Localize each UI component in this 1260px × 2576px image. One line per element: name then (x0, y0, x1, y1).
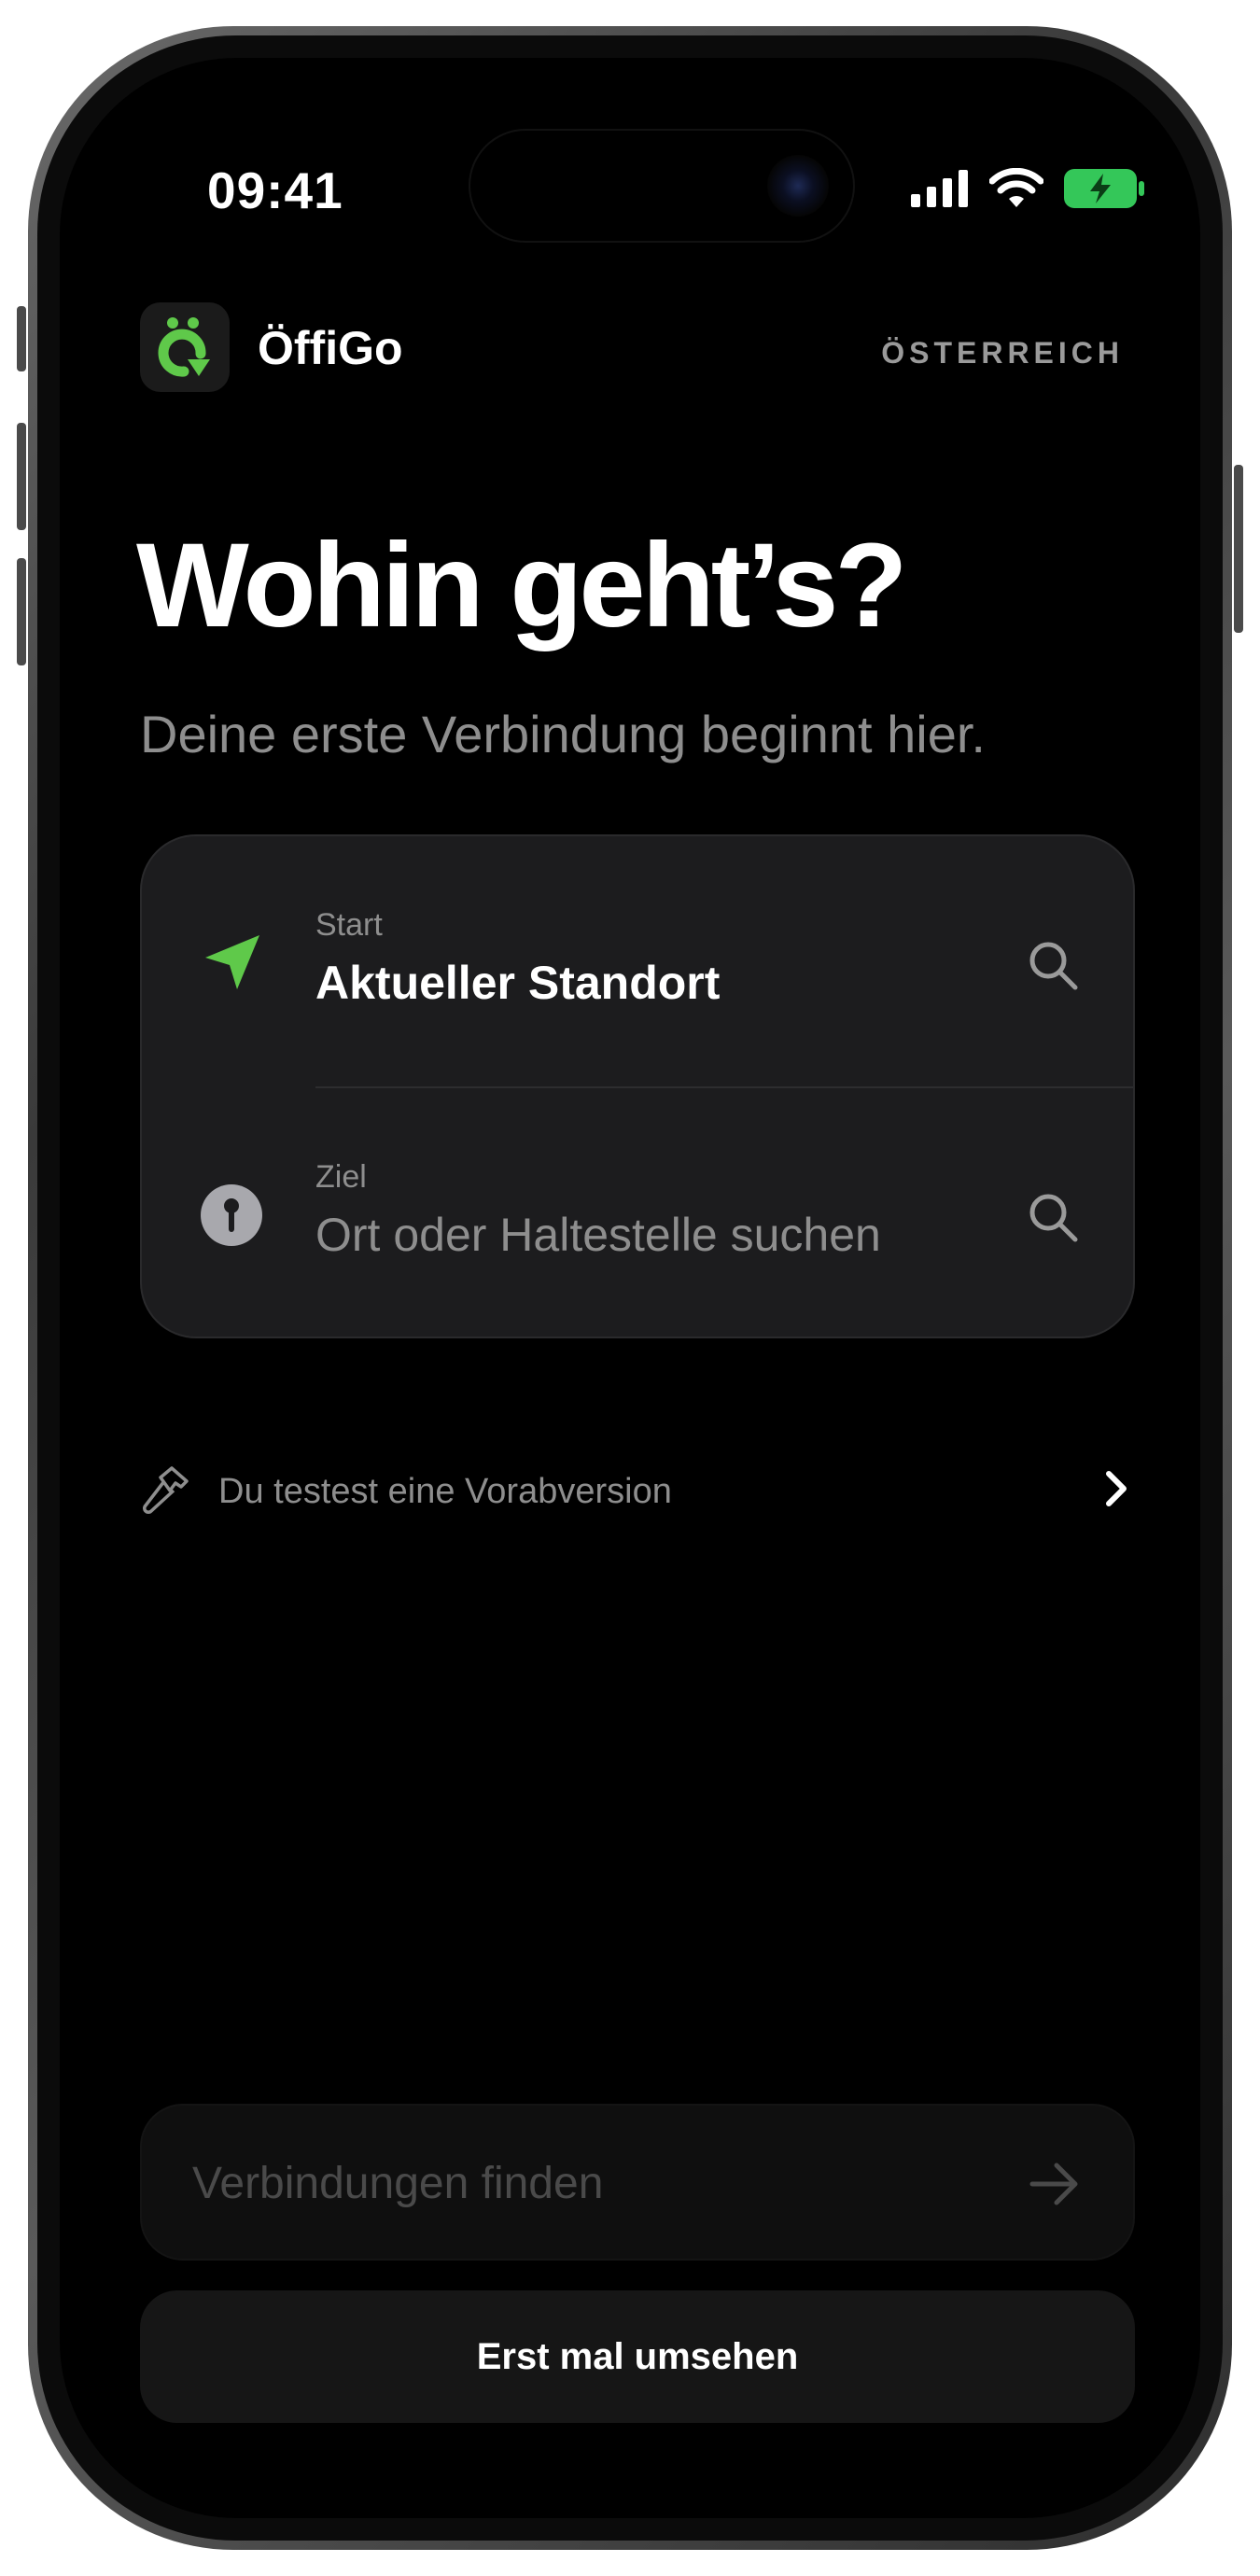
volume-up-button (17, 423, 26, 530)
pin-icon (201, 1184, 262, 1246)
camera-icon (767, 155, 829, 217)
start-label: Start (315, 907, 383, 943)
route-card: Start Aktueller Standort Ziel Ort oder H… (140, 834, 1135, 1338)
destination-label: Ziel (315, 1159, 367, 1195)
region-label[interactable]: ÖSTERREICH (881, 336, 1124, 371)
browse-button[interactable]: Erst mal umsehen (140, 2290, 1135, 2423)
start-value: Aktueller Standort (315, 957, 721, 1009)
oeffigo-logo-icon (158, 317, 210, 377)
page-subtitle: Deine erste Verbindung beginnt hier. (140, 705, 986, 763)
search-icon[interactable] (1027, 1191, 1079, 1243)
destination-field[interactable]: Ziel Ort oder Haltestelle suchen (142, 1088, 1133, 1340)
arrow-right-icon (1029, 2163, 1078, 2205)
status-icons (911, 168, 1144, 209)
volume-down-button (17, 558, 26, 665)
cellular-signal-icon (911, 170, 968, 207)
page-title: Wohin geht’s? (136, 519, 908, 652)
app-name: ÖffiGo (258, 322, 403, 374)
app-logo (140, 302, 230, 392)
prerelease-text: Du testest eine Vorabversion (218, 1472, 672, 1511)
dynamic-island (470, 131, 853, 241)
wifi-icon (989, 168, 1043, 207)
location-arrow-icon (205, 935, 259, 989)
status-time: 09:41 (207, 161, 343, 219)
prerelease-banner[interactable]: Du testest eine Vorabversion (140, 1455, 1135, 1520)
battery-charging-icon (1064, 169, 1144, 208)
destination-input[interactable]: Ort oder Haltestelle suchen (315, 1208, 881, 1262)
phone-frame: 09:41 ÖffiGo ÖSTERREICH Wohin geht’s? De… (17, 26, 1243, 2550)
hammer-icon (143, 1466, 189, 1514)
device-bezel: 09:41 ÖffiGo ÖSTERREICH Wohin geht’s? De… (37, 35, 1223, 2541)
find-connections-button[interactable]: Verbindungen finden (140, 2104, 1135, 2261)
find-connections-label: Verbindungen finden (192, 2159, 604, 2208)
power-button (1234, 465, 1243, 633)
app-screen: 09:41 ÖffiGo ÖSTERREICH Wohin geht’s? De… (60, 58, 1200, 2518)
action-button (17, 306, 26, 371)
start-field[interactable]: Start Aktueller Standort (142, 836, 1133, 1088)
search-icon[interactable] (1027, 939, 1079, 991)
chevron-right-icon[interactable] (1098, 1466, 1135, 1511)
